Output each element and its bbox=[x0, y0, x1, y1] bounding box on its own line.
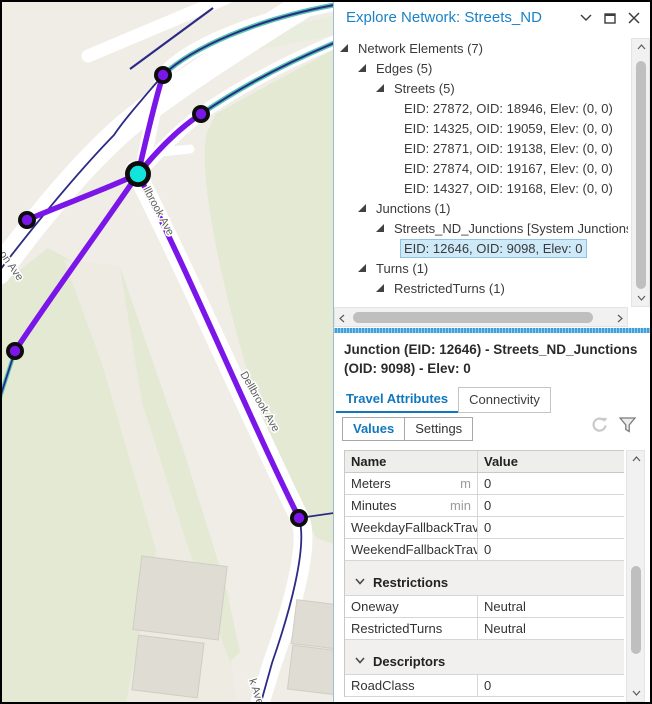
table-row[interactable]: Minutes min 0 bbox=[345, 495, 624, 517]
tree-item-turns[interactable]: Turns (1) bbox=[334, 258, 628, 278]
table-vertical-scrollbar[interactable] bbox=[626, 450, 645, 702]
tree-item-network-elements[interactable]: Network Elements (7) bbox=[334, 38, 628, 58]
scroll-up-icon[interactable] bbox=[632, 454, 641, 465]
scrollbar-thumb[interactable] bbox=[353, 312, 593, 323]
expander-icon[interactable] bbox=[358, 264, 366, 272]
scrollbar-thumb[interactable] bbox=[631, 566, 641, 654]
scroll-up-icon[interactable] bbox=[637, 42, 646, 53]
junction-dot[interactable] bbox=[290, 509, 308, 527]
scrollbar-thumb[interactable] bbox=[636, 61, 646, 289]
chevron-down-icon[interactable] bbox=[578, 10, 594, 26]
tree-item-eid[interactable]: EID: 27871, OID: 19138, Elev: (0, 0) bbox=[334, 138, 628, 158]
map-canvas[interactable]: llbrook Ave Dellbrook Ave on Ave k Ave bbox=[2, 2, 333, 702]
section-descriptors[interactable]: Descriptors bbox=[345, 648, 624, 675]
selection-header: Junction (EID: 12646) - Streets_ND_Junct… bbox=[344, 340, 644, 378]
subtab-values[interactable]: Values bbox=[342, 417, 404, 441]
tree-item-eid[interactable]: EID: 14325, OID: 19059, Elev: (0, 0) bbox=[334, 118, 628, 138]
junction-dot[interactable] bbox=[18, 211, 36, 229]
refresh-icon[interactable] bbox=[591, 417, 609, 438]
chevron-down-icon bbox=[355, 655, 365, 667]
expander-icon[interactable] bbox=[358, 64, 366, 72]
unit-label: m bbox=[460, 476, 473, 491]
table-row[interactable]: WeekendFallbackTrav 0 bbox=[345, 539, 624, 561]
scroll-down-icon[interactable] bbox=[637, 293, 646, 304]
table-row[interactable]: Meters m 0 bbox=[345, 473, 624, 495]
scroll-down-icon[interactable] bbox=[632, 688, 641, 699]
scroll-left-icon[interactable] bbox=[339, 314, 345, 326]
table-row[interactable]: RestrictedTurns Neutral bbox=[345, 618, 624, 640]
column-header-name[interactable]: Name bbox=[345, 451, 478, 472]
tree-item-eid[interactable]: EID: 27874, OID: 19167, Elev: (0, 0) bbox=[334, 158, 628, 178]
subtab-settings[interactable]: Settings bbox=[404, 417, 473, 441]
junction-dot[interactable] bbox=[154, 66, 172, 84]
attribute-subtabs: Values Settings bbox=[342, 417, 473, 441]
group-gap bbox=[345, 640, 624, 648]
selection-header-line2: (OID: 9098) - Elev: 0 bbox=[344, 359, 644, 378]
tree-item-edges[interactable]: Edges (5) bbox=[334, 58, 628, 78]
expander-icon[interactable] bbox=[358, 204, 366, 212]
chevron-down-icon bbox=[355, 576, 365, 588]
expander-icon[interactable] bbox=[376, 284, 384, 292]
junction-dot[interactable] bbox=[192, 105, 210, 123]
expander-icon[interactable] bbox=[376, 224, 384, 232]
selected-junction-dot[interactable] bbox=[125, 161, 151, 187]
close-icon[interactable] bbox=[626, 10, 642, 26]
attribute-table: Name Value Meters m 0 Minutes min 0 Week… bbox=[344, 450, 624, 697]
junction-dot[interactable] bbox=[6, 342, 24, 360]
unit-label: min bbox=[450, 498, 473, 513]
table-row[interactable]: WeekdayFallbackTrav 0 bbox=[345, 517, 624, 539]
group-gap bbox=[345, 561, 624, 569]
maximize-icon[interactable] bbox=[602, 10, 618, 26]
network-elements-tree: Network Elements (7) Edges (5) Streets (… bbox=[334, 38, 628, 307]
tree-item-restricted-turns[interactable]: RestrictedTurns (1) bbox=[334, 278, 628, 298]
table-row[interactable]: Oneway Neutral bbox=[345, 596, 624, 618]
column-header-value[interactable]: Value bbox=[478, 451, 624, 472]
explore-network-panel: Explore Network: Streets_ND Network Elem… bbox=[333, 2, 650, 702]
tree-vertical-scrollbar[interactable] bbox=[631, 38, 650, 307]
tab-connectivity[interactable]: Connectivity bbox=[458, 387, 551, 413]
tree-item-junctions[interactable]: Junctions (1) bbox=[334, 198, 628, 218]
tree-horizontal-scrollbar[interactable] bbox=[334, 307, 628, 327]
scroll-right-icon[interactable] bbox=[617, 314, 623, 326]
map-view[interactable]: llbrook Ave Dellbrook Ave on Ave k Ave bbox=[2, 2, 333, 702]
tree-item-streets[interactable]: Streets (5) bbox=[334, 78, 628, 98]
panel-titlebar: Explore Network: Streets_ND bbox=[334, 2, 650, 35]
section-restrictions[interactable]: Restrictions bbox=[345, 569, 624, 596]
panel-splitter[interactable] bbox=[334, 328, 650, 333]
table-header-row: Name Value bbox=[345, 451, 624, 473]
expander-icon[interactable] bbox=[376, 84, 384, 92]
selection-header-line1: Junction (EID: 12646) - Streets_ND_Junct… bbox=[344, 340, 644, 359]
expander-icon[interactable] bbox=[340, 44, 348, 52]
tree-item-eid[interactable]: EID: 27872, OID: 18946, Elev: (0, 0) bbox=[334, 98, 628, 118]
detail-tabs: Travel Attributes Connectivity bbox=[336, 387, 551, 413]
tree-item-selected-junction[interactable]: EID: 12646, OID: 9098, Elev: 0 bbox=[334, 238, 628, 258]
panel-title: Explore Network: Streets_ND bbox=[346, 9, 542, 26]
filter-icon[interactable] bbox=[619, 417, 636, 438]
explore-network-window: llbrook Ave Dellbrook Ave on Ave k Ave E… bbox=[0, 0, 652, 704]
table-row[interactable]: RoadClass 0 bbox=[345, 675, 624, 697]
tree-item-eid[interactable]: EID: 14327, OID: 19168, Elev: (0, 0) bbox=[334, 178, 628, 198]
tab-travel-attributes[interactable]: Travel Attributes bbox=[336, 387, 458, 413]
tree-item-streets-nd-junctions[interactable]: Streets_ND_Junctions [System Junctions] bbox=[334, 218, 628, 238]
